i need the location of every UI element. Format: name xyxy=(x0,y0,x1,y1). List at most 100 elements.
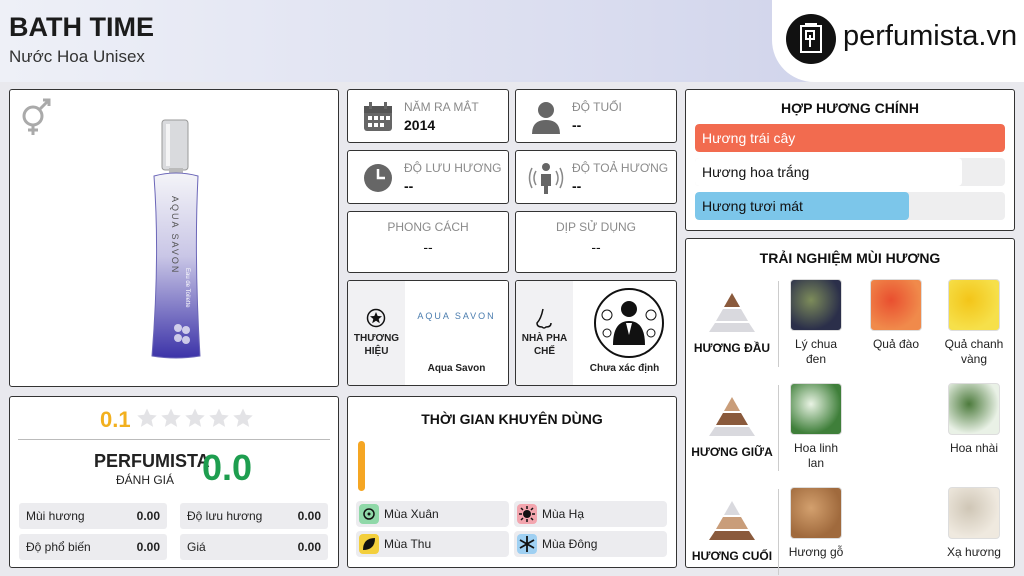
perfumista-label: PERFUMISTA xyxy=(94,451,210,471)
note-name: Hoa nhài xyxy=(949,441,999,455)
user-score: 0.1 xyxy=(100,407,131,432)
tier-divider xyxy=(778,489,779,575)
style-card: PHONG CÁCH -- xyxy=(347,211,509,273)
note-item[interactable]: Lý chua đen xyxy=(786,279,846,367)
star-icon[interactable] xyxy=(208,407,230,429)
review-label: ĐÁNH GIÁ xyxy=(116,473,175,487)
occasion-card: DỊP SỬ DỤNG -- xyxy=(515,211,677,273)
age-label: ĐỘ TUỔI xyxy=(572,100,622,114)
sillage-icon xyxy=(528,163,564,194)
page-subtitle: Nước Hoa Unisex xyxy=(9,47,145,66)
longevity-label: ĐỘ LƯU HƯƠNG xyxy=(404,161,502,175)
tier-label: HƯƠNG CUỐI xyxy=(691,549,773,563)
pyramid-icon xyxy=(709,293,755,332)
calendar-icon xyxy=(364,102,392,131)
accord-bar: Hương trái cây xyxy=(695,124,1005,152)
logo[interactable]: perfumista.vn xyxy=(772,0,1024,82)
tier-label: HƯƠNG ĐẦU xyxy=(693,341,771,355)
note-item[interactable]: Hoa linh lan xyxy=(786,383,846,471)
accord-label: Hương hoa trắng xyxy=(702,164,810,180)
brand-label: THƯƠNG HIỆU xyxy=(353,333,400,357)
release-year-label: NĂM RA MẮT xyxy=(404,100,479,114)
style-label: PHONG CÁCH xyxy=(387,220,469,234)
divider xyxy=(18,439,330,440)
star-icon[interactable] xyxy=(184,407,206,429)
longevity-card: ĐỘ LƯU HƯƠNG -- xyxy=(347,150,509,204)
note-item[interactable]: Hương gỗ xyxy=(786,487,846,560)
note-item[interactable]: Hoa nhài xyxy=(944,383,1004,456)
note-image xyxy=(870,279,922,331)
accord-label: Hương trái cây xyxy=(702,130,796,146)
perfumer-card[interactable]: NHÀ PHA CHẾ Chưa xác định xyxy=(515,280,677,386)
note-name: Lý chua đen xyxy=(794,337,838,366)
age-value: -- xyxy=(572,117,582,133)
style-value: -- xyxy=(423,239,433,255)
note-name: Hoa linh lan xyxy=(793,441,839,470)
pyramid-icon xyxy=(709,397,755,436)
time-indicator-bar xyxy=(358,441,365,491)
rating-card: 0.1 PERFUMISTA ĐÁNH GIÁ 0.0 Mùi hương 0.0… xyxy=(9,396,339,568)
brand-card[interactable]: THƯƠNG HIỆU AQUA SAVON Aqua Savon xyxy=(347,280,509,386)
leaf-icon xyxy=(359,534,379,554)
note-name: Quả chanh vàng xyxy=(944,337,1004,366)
person-icon xyxy=(532,102,560,134)
stat-scent: Mùi hương 0.00 xyxy=(19,503,167,529)
main-accords-card: HỢP HƯƠNG CHÍNH Hương trái cây Hương hoa … xyxy=(685,89,1015,231)
perfume-bottle-image: AQUA SAVON Eau de Toilette xyxy=(151,119,201,359)
accord-bar: Hương tươi mát xyxy=(695,192,1005,220)
unisex-icon xyxy=(22,98,51,135)
brand-logo: AQUA SAVON xyxy=(405,281,508,359)
star-icon[interactable] xyxy=(136,407,158,429)
note-name: Xạ hương xyxy=(947,545,1001,559)
logo-mark-icon xyxy=(786,14,836,64)
sillage-card: ĐỘ TOẢ HƯƠNG -- xyxy=(515,150,677,204)
season-summer[interactable]: Mùa Hạ xyxy=(514,501,667,527)
page-title: BATH TIME xyxy=(9,12,154,42)
note-item[interactable]: Xạ hương xyxy=(944,487,1004,560)
product-image-card: AQUA SAVON Eau de Toilette xyxy=(9,89,339,387)
note-name: Hương gỗ xyxy=(788,545,844,559)
perfumer-avatar xyxy=(594,288,664,358)
tier-label: HƯƠNG GIỮA xyxy=(691,445,773,459)
brand-name: Aqua Savon xyxy=(427,363,486,374)
perfumer-label: NHÀ PHA CHẾ xyxy=(521,333,568,357)
note-item[interactable]: Quả chanh vàng xyxy=(944,279,1004,367)
star-icon[interactable] xyxy=(232,407,254,429)
note-image xyxy=(948,487,1000,539)
sun-icon xyxy=(517,504,537,524)
note-image xyxy=(790,487,842,539)
note-image xyxy=(948,279,1000,331)
longevity-value: -- xyxy=(404,178,414,194)
recommended-time-title: THỜI GIAN KHUYÊN DÙNG xyxy=(421,411,603,427)
season-spring[interactable]: Mùa Xuân xyxy=(356,501,509,527)
bottle-sub-text: Eau de Toilette xyxy=(184,268,190,308)
clock-icon xyxy=(364,164,392,192)
season-winter[interactable]: Mùa Đông xyxy=(514,531,667,557)
tier-divider xyxy=(778,281,779,367)
pyramid-icon xyxy=(709,501,755,540)
note-image xyxy=(790,279,842,331)
snowflake-icon xyxy=(517,534,537,554)
brand-star-icon xyxy=(366,308,386,328)
bottle-brand-text: AQUA SAVON xyxy=(170,196,180,274)
note-image xyxy=(948,383,1000,435)
release-year-value: 2014 xyxy=(404,117,436,133)
main-accords-title: HỢP HƯƠNG CHÍNH xyxy=(781,100,919,116)
scent-experience-card: TRẢI NGHIỆM MÙI HƯƠNG HƯƠNG ĐẦU Lý chua đ… xyxy=(685,238,1015,575)
age-card: ĐỘ TUỔI -- xyxy=(515,89,677,143)
flower-icon xyxy=(359,504,379,524)
occasion-value: -- xyxy=(591,239,601,255)
note-image xyxy=(790,383,842,435)
occasion-label: DỊP SỬ DỤNG xyxy=(555,220,637,234)
logo-text: perfumista.vn xyxy=(843,20,1018,52)
sillage-label: ĐỘ TOẢ HƯƠNG xyxy=(572,161,669,175)
star-rating[interactable] xyxy=(136,407,254,429)
accord-bar: Hương hoa trắng xyxy=(695,158,1005,186)
header: BATH TIME Nước Hoa Unisex perfumista.vn xyxy=(0,0,1024,82)
stat-popularity: Độ phổ biến 0.00 xyxy=(19,534,167,560)
release-year-card: NĂM RA MẮT 2014 xyxy=(347,89,509,143)
season-autumn[interactable]: Mùa Thu xyxy=(356,531,509,557)
note-item[interactable]: Quả đào xyxy=(866,279,926,352)
perfumista-score: 0.0 xyxy=(202,447,253,488)
star-icon[interactable] xyxy=(160,407,182,429)
